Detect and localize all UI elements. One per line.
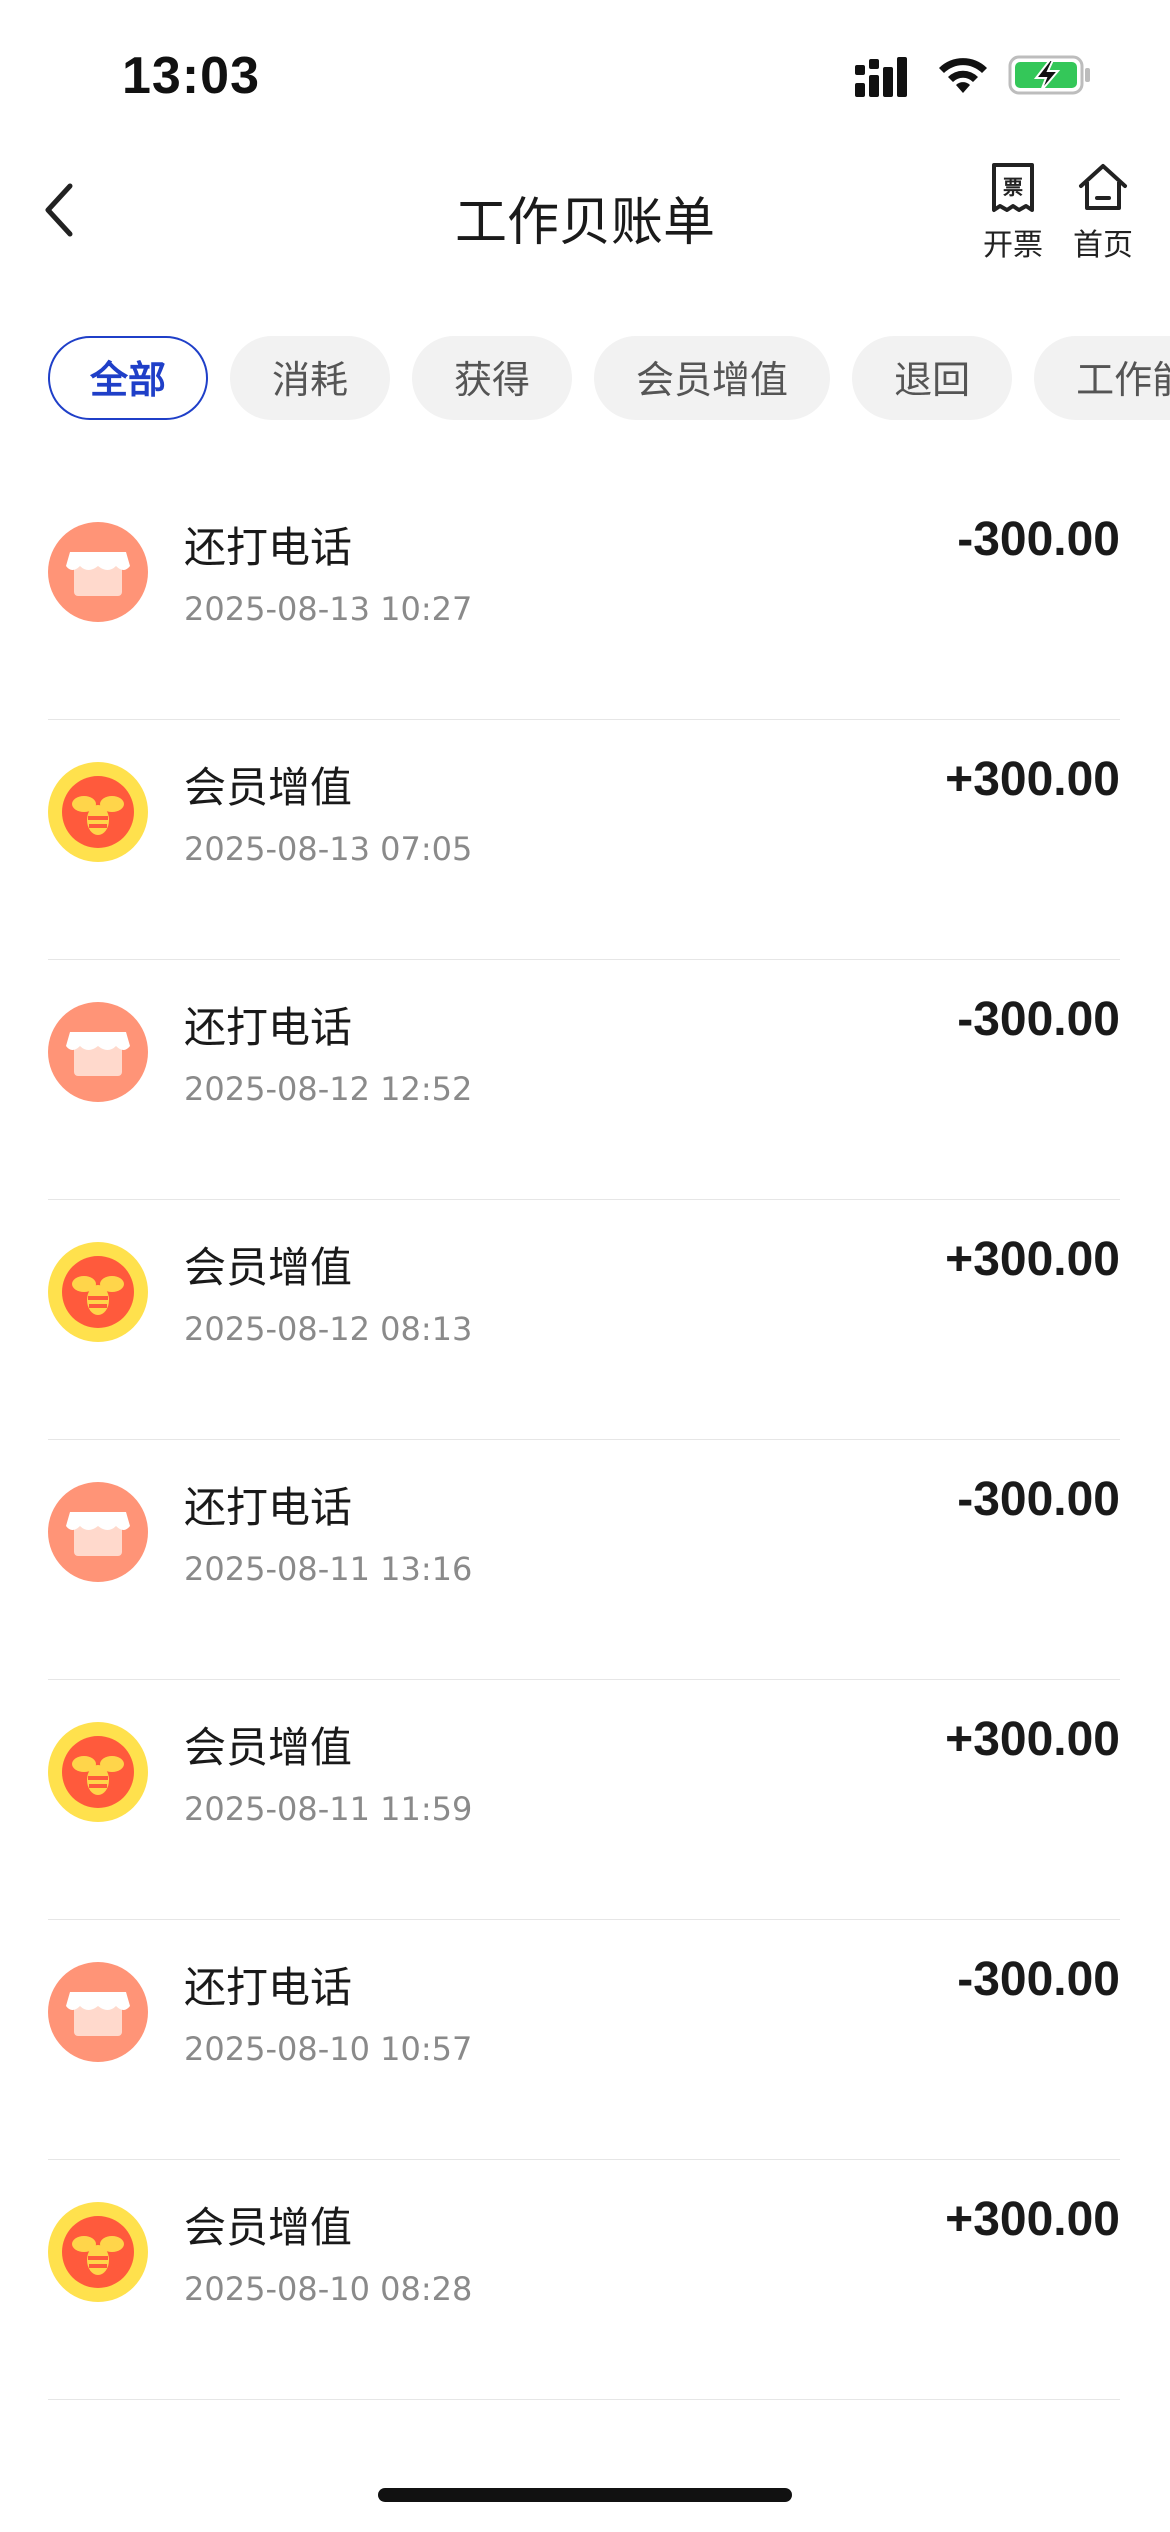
battery-charging-icon xyxy=(1008,54,1092,100)
bill-page: 13:03 工作贝账单 票 开票 首页 全部 消耗 获得 会员增值 退回 工作 … xyxy=(0,0,1170,2532)
home-button[interactable]: 首页 xyxy=(1058,162,1148,264)
receipt-icon: 票 xyxy=(988,163,1038,218)
invoice-label: 开票 xyxy=(983,228,1043,263)
transaction-title: 会员增值 xyxy=(184,763,353,812)
tab-work-energy[interactable]: 工作能量 xyxy=(1034,336,1170,420)
cellular-signal-icon xyxy=(855,57,915,101)
shop-icon xyxy=(48,522,148,622)
transaction-amount: -300.00 xyxy=(957,993,1120,1046)
shop-icon xyxy=(48,1962,148,2062)
transaction-time: 2025-08-13 07:05 xyxy=(184,830,473,868)
transaction-time: 2025-08-10 08:28 xyxy=(184,2270,473,2308)
bee-coin-icon xyxy=(48,1722,148,1822)
list-item[interactable]: 还打电话 2025-08-12 12:52 -300.00 xyxy=(48,960,1120,1200)
transaction-amount: -300.00 xyxy=(957,513,1120,566)
tab-consume[interactable]: 消耗 xyxy=(230,336,391,420)
list-item[interactable]: 还打电话 2025-08-11 13:16 -300.00 xyxy=(48,1440,1120,1680)
list-item[interactable]: 会员增值 2025-08-10 08:28 +300.00 xyxy=(48,2160,1120,2400)
transaction-amount: +300.00 xyxy=(945,753,1120,806)
transaction-title: 会员增值 xyxy=(184,1243,353,1292)
filter-tabs: 全部消耗获得会员增值退回工作能量 xyxy=(48,336,1170,420)
nav-bar: 工作贝账单 票 开票 首页 xyxy=(0,150,1170,300)
transaction-time: 2025-08-12 12:52 xyxy=(184,1070,473,1108)
receipt-glyph: 票 xyxy=(1003,175,1023,199)
transaction-title: 还打电话 xyxy=(184,1483,353,1532)
invoice-button[interactable]: 票 开票 xyxy=(968,162,1058,264)
shop-icon xyxy=(48,1482,148,1582)
transaction-title: 会员增值 xyxy=(184,1723,353,1772)
transaction-title: 会员增值 xyxy=(184,2203,353,2252)
list-item[interactable]: 还打电话 2025-08-10 10:57 -300.00 xyxy=(48,1920,1120,2160)
transaction-list: 还打电话 2025-08-13 10:27 -300.00 会员增值 2025-… xyxy=(48,480,1120,2400)
list-item[interactable]: 会员增值 2025-08-12 08:13 +300.00 xyxy=(48,1200,1120,1440)
tab-earn[interactable]: 获得 xyxy=(412,336,573,420)
shop-icon xyxy=(48,1002,148,1102)
transaction-amount: -300.00 xyxy=(957,1953,1120,2006)
tab-membership[interactable]: 会员增值 xyxy=(594,336,831,420)
list-item[interactable]: 会员增值 2025-08-13 07:05 +300.00 xyxy=(48,720,1120,960)
status-time: 13:03 xyxy=(122,47,260,105)
transaction-amount: +300.00 xyxy=(945,1233,1120,1286)
home-label: 首页 xyxy=(1073,228,1133,263)
transaction-time: 2025-08-10 10:57 xyxy=(184,2030,473,2068)
list-item[interactable]: 会员增值 2025-08-11 11:59 +300.00 xyxy=(48,1680,1120,1920)
home-indicator[interactable] xyxy=(378,2488,792,2502)
transaction-title: 还打电话 xyxy=(184,1003,353,1052)
bee-coin-icon xyxy=(48,2202,148,2302)
transaction-amount: +300.00 xyxy=(945,2193,1120,2246)
transaction-time: 2025-08-13 10:27 xyxy=(184,590,473,628)
tab-refund[interactable]: 退回 xyxy=(852,336,1013,420)
transaction-title: 还打电话 xyxy=(184,523,353,572)
status-bar: 13:03 xyxy=(0,0,1170,150)
transaction-amount: +300.00 xyxy=(945,1713,1120,1766)
transaction-time: 2025-08-11 13:16 xyxy=(184,1550,473,1588)
transaction-time: 2025-08-12 08:13 xyxy=(184,1310,473,1348)
home-icon xyxy=(1077,164,1129,218)
transaction-title: 还打电话 xyxy=(184,1963,353,2012)
wifi-icon xyxy=(936,55,990,99)
transaction-amount: -300.00 xyxy=(957,1473,1120,1526)
list-item[interactable]: 还打电话 2025-08-13 10:27 -300.00 xyxy=(48,480,1120,720)
bee-coin-icon xyxy=(48,1242,148,1342)
bee-coin-icon xyxy=(48,762,148,862)
transaction-time: 2025-08-11 11:59 xyxy=(184,1790,473,1828)
tab-all[interactable]: 全部 xyxy=(48,336,209,420)
